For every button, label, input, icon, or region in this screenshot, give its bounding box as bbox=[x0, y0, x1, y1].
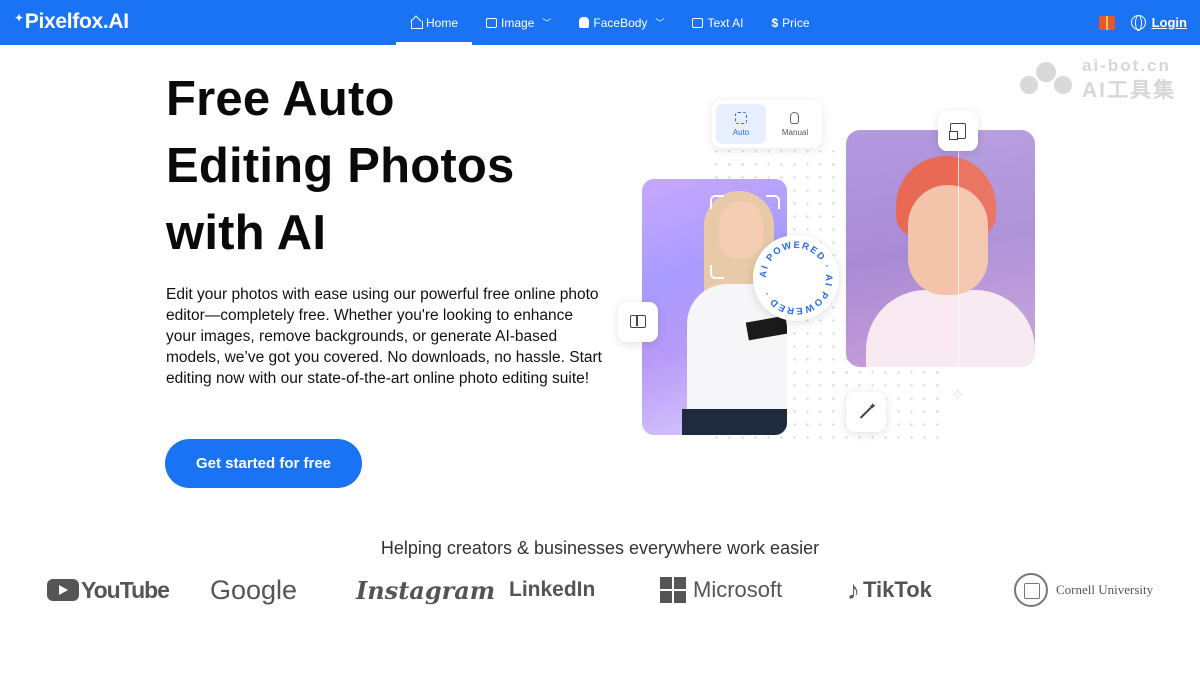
microsoft-logo: Microsoft bbox=[660, 568, 782, 612]
instagram-logo: Instagram bbox=[356, 568, 495, 612]
compare-tool-button[interactable] bbox=[618, 302, 658, 342]
nav-item-text-ai[interactable]: Text AI bbox=[678, 0, 757, 45]
nav-item-label: FaceBody bbox=[593, 15, 648, 30]
mode-switch: Auto Manual bbox=[712, 100, 822, 148]
cornell-seal-icon bbox=[1014, 573, 1048, 607]
hero-illustration: Auto Manual AI POWERED · AI POWERED · ✦ … bbox=[610, 95, 1050, 465]
cornell-logo: Cornell University bbox=[1014, 568, 1153, 612]
partner-logos: YouTube Google Instagram LinkedIn Micros… bbox=[0, 568, 1200, 612]
nav-right: Login bbox=[1098, 0, 1200, 45]
logo-text: Microsoft bbox=[693, 577, 783, 602]
face-icon bbox=[579, 17, 590, 28]
logo-text: Cornell University bbox=[1056, 582, 1154, 597]
watermark-url: ai-bot.cn bbox=[1082, 56, 1171, 75]
text-ai-icon bbox=[692, 17, 704, 28]
nav-item-image[interactable]: Image ﹀ bbox=[472, 0, 565, 45]
youtube-play-icon bbox=[47, 579, 79, 601]
trust-heading: Helping creators & businesses everywhere… bbox=[380, 538, 820, 558]
logo[interactable]: ✦ Pixelfox.AI bbox=[14, 10, 129, 34]
logo-text: Pixelfox.AI bbox=[24, 10, 129, 33]
nav-item-facebody[interactable]: FaceBody ﹀ bbox=[565, 0, 678, 45]
top-nav: ✦ Pixelfox.AI Home Image ﹀ FaceBody ﹀ Te… bbox=[0, 0, 1200, 45]
nav-item-label: Price bbox=[782, 15, 810, 30]
logo-text: LinkedIn bbox=[509, 578, 596, 601]
watermark-name: AI工具集 bbox=[1082, 79, 1176, 102]
mode-manual-label: Manual bbox=[781, 128, 809, 137]
logo-text: Instagram bbox=[356, 575, 496, 605]
resize-icon bbox=[949, 123, 966, 140]
get-started-button[interactable]: Get started for free bbox=[165, 439, 362, 488]
magic-wand-button[interactable]: ✦ bbox=[846, 392, 886, 432]
sparkle-icon: ✦ bbox=[14, 11, 24, 25]
mode-auto-label: Auto bbox=[732, 128, 750, 137]
login-link[interactable]: Login bbox=[1152, 15, 1187, 30]
ai-powered-ring: AI POWERED · AI POWERED · bbox=[758, 240, 834, 316]
hero-title-line: Free Auto bbox=[166, 72, 395, 126]
linkedin-logo: LinkedIn bbox=[509, 568, 595, 612]
watermark: ai-bot.cn AI工具集 bbox=[1018, 56, 1193, 102]
hero-title-line: with AI bbox=[166, 206, 327, 260]
nav-item-label: Text AI bbox=[707, 15, 744, 30]
chevron-down-icon: ﹀ bbox=[655, 18, 665, 28]
auto-scan-icon bbox=[735, 112, 747, 124]
nav-item-label: Image bbox=[501, 15, 535, 30]
home-icon bbox=[410, 17, 423, 29]
logo-text: Google bbox=[210, 574, 298, 605]
logo-text: YouTube bbox=[81, 576, 170, 603]
split-view-icon bbox=[630, 315, 646, 328]
google-logo: Google bbox=[210, 568, 297, 612]
mode-auto-button[interactable]: Auto bbox=[716, 104, 766, 144]
youtube-logo: YouTube bbox=[47, 568, 170, 612]
gift-icon[interactable] bbox=[1098, 15, 1115, 30]
nav-item-price[interactable]: $ Price bbox=[757, 0, 823, 45]
main-menu: Home Image ﹀ FaceBody ﹀ Text AI $ Price bbox=[396, 0, 824, 45]
svg-text:AI POWERED · AI POWERED ·: AI POWERED · AI POWERED · bbox=[758, 240, 834, 316]
after-photo bbox=[846, 130, 1035, 367]
hero-description: Edit your photos with ease using our pow… bbox=[166, 286, 602, 387]
tiktok-logo: ♪ TikTok bbox=[847, 568, 932, 612]
chevron-down-icon: ﹀ bbox=[542, 18, 552, 28]
compare-divider bbox=[958, 130, 1035, 367]
paw-logo-icon bbox=[1018, 60, 1074, 94]
dollar-icon: $ bbox=[771, 15, 779, 30]
hand-pointer-icon bbox=[790, 112, 799, 124]
hero-title: Free Auto Editing Photos with AI bbox=[166, 66, 586, 267]
globe-icon[interactable] bbox=[1130, 15, 1146, 31]
nav-item-home[interactable]: Home bbox=[396, 0, 473, 45]
resize-tool-button[interactable] bbox=[938, 111, 978, 151]
tiktok-note-icon: ♪ bbox=[847, 574, 860, 605]
hero-title-line: Editing Photos bbox=[166, 139, 515, 193]
nav-item-label: Home bbox=[426, 15, 459, 30]
logo-text: TikTok bbox=[863, 577, 932, 602]
ai-powered-badge: AI POWERED · AI POWERED · bbox=[753, 235, 839, 321]
sparkle-icon: ✦ bbox=[869, 401, 877, 411]
mode-manual-button[interactable]: Manual bbox=[772, 104, 818, 144]
microsoft-grid-icon bbox=[660, 577, 686, 603]
image-icon bbox=[486, 17, 498, 28]
sparkle-decoration-icon: ✧ bbox=[950, 385, 966, 405]
